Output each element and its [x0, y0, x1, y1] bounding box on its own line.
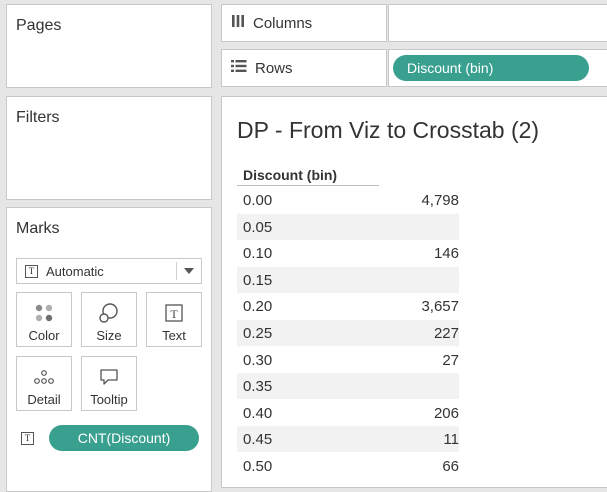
text-label: Text	[162, 328, 186, 343]
color-dots-icon	[34, 301, 54, 325]
table-row[interactable]: 0.30 27	[237, 347, 459, 373]
detail-label: Detail	[27, 392, 61, 407]
row-header-bin[interactable]: 0.50	[243, 458, 272, 475]
cell-count-value[interactable]: 27	[442, 352, 459, 369]
color-label: Color	[28, 328, 60, 343]
columns-icon	[231, 14, 245, 32]
row-header-bin[interactable]: 0.05	[243, 219, 272, 236]
columns-label: Columns	[253, 14, 313, 32]
size-button[interactable]: Size	[81, 292, 137, 347]
rows-shelf[interactable]: Discount (bin)	[388, 49, 607, 87]
cell-count-value[interactable]: 4,798	[421, 192, 459, 209]
cell-count-value[interactable]: 206	[434, 405, 459, 422]
pages-title: Pages	[16, 17, 62, 34]
table-row[interactable]: 0.10 146	[237, 240, 459, 266]
text-encoding-icon: T	[21, 432, 34, 445]
row-header-bin[interactable]: 0.25	[243, 325, 272, 342]
columns-shelf[interactable]	[388, 4, 607, 42]
cnt-discount-pill[interactable]: CNT(Discount)	[49, 425, 199, 451]
chevron-down-icon	[184, 268, 194, 274]
row-header-bin[interactable]: 0.10	[243, 245, 272, 262]
tooltip-button[interactable]: Tooltip	[81, 356, 137, 411]
text-t-icon: T	[164, 301, 184, 325]
cell-count-value[interactable]: 11	[443, 431, 459, 448]
row-header-bin[interactable]: 0.20	[243, 298, 272, 315]
color-button[interactable]: Color	[16, 292, 72, 347]
mark-type-dropdown[interactable]: T Automatic	[16, 258, 202, 284]
table-row[interactable]: 0.15	[237, 266, 459, 293]
row-header-bin[interactable]: 0.15	[243, 272, 272, 289]
size-shapes-icon	[98, 301, 120, 325]
table-row[interactable]: 0.35	[237, 373, 459, 400]
dropdown-separator	[176, 262, 177, 280]
rows-shelf-label: Rows	[221, 49, 387, 87]
tooltip-label: Tooltip	[90, 392, 128, 407]
cell-count-value[interactable]: 66	[442, 458, 459, 475]
table-row[interactable]: 0.25 227	[237, 320, 459, 346]
cell-count-value[interactable]: 3,657	[421, 298, 459, 315]
row-header-bin[interactable]: 0.00	[243, 192, 272, 209]
marks-card: Marks T Automatic Color Size T Text Deta…	[6, 207, 212, 492]
table-row[interactable]: 0.45 11	[237, 426, 459, 453]
header-divider	[237, 185, 379, 186]
discount-bin-pill[interactable]: Discount (bin)	[393, 55, 589, 81]
pages-card[interactable]: Pages	[6, 4, 212, 88]
rows-icon	[231, 59, 247, 77]
cell-count-value[interactable]: 227	[434, 325, 459, 342]
row-header-bin[interactable]: 0.40	[243, 405, 272, 422]
text-button[interactable]: T Text	[146, 292, 202, 347]
filters-title: Filters	[16, 109, 60, 126]
text-mark-icon: T	[25, 264, 38, 278]
size-label: Size	[96, 328, 122, 343]
marks-title: Marks	[16, 220, 60, 237]
detail-dots-icon	[33, 365, 55, 389]
mark-type-value: Automatic	[46, 263, 104, 279]
row-header-bin[interactable]: 0.30	[243, 352, 272, 369]
cell-count-value[interactable]: 146	[434, 245, 459, 262]
rows-label: Rows	[255, 59, 293, 77]
table-row[interactable]: 0.05	[237, 213, 459, 240]
view-title: DP - From Viz to Crosstab (2)	[237, 117, 540, 143]
view-canvas: DP - From Viz to Crosstab (2) Discount (…	[221, 96, 607, 488]
row-header-bin[interactable]: 0.45	[243, 431, 272, 448]
columns-shelf-label: Columns	[221, 4, 387, 42]
detail-button[interactable]: Detail	[16, 356, 72, 411]
table-row[interactable]: 0.00 4,798	[237, 187, 459, 213]
row-header-bin[interactable]: 0.35	[243, 378, 272, 395]
table-row[interactable]: 0.40 206	[237, 400, 459, 426]
table-row[interactable]: 0.20 3,657	[237, 293, 459, 319]
table-row[interactable]: 0.50 66	[237, 453, 459, 479]
column-header-discount-bin[interactable]: Discount (bin)	[243, 167, 337, 183]
filters-card[interactable]: Filters	[6, 96, 212, 200]
svg-text:T: T	[170, 307, 178, 321]
tooltip-bubble-icon	[99, 365, 119, 389]
